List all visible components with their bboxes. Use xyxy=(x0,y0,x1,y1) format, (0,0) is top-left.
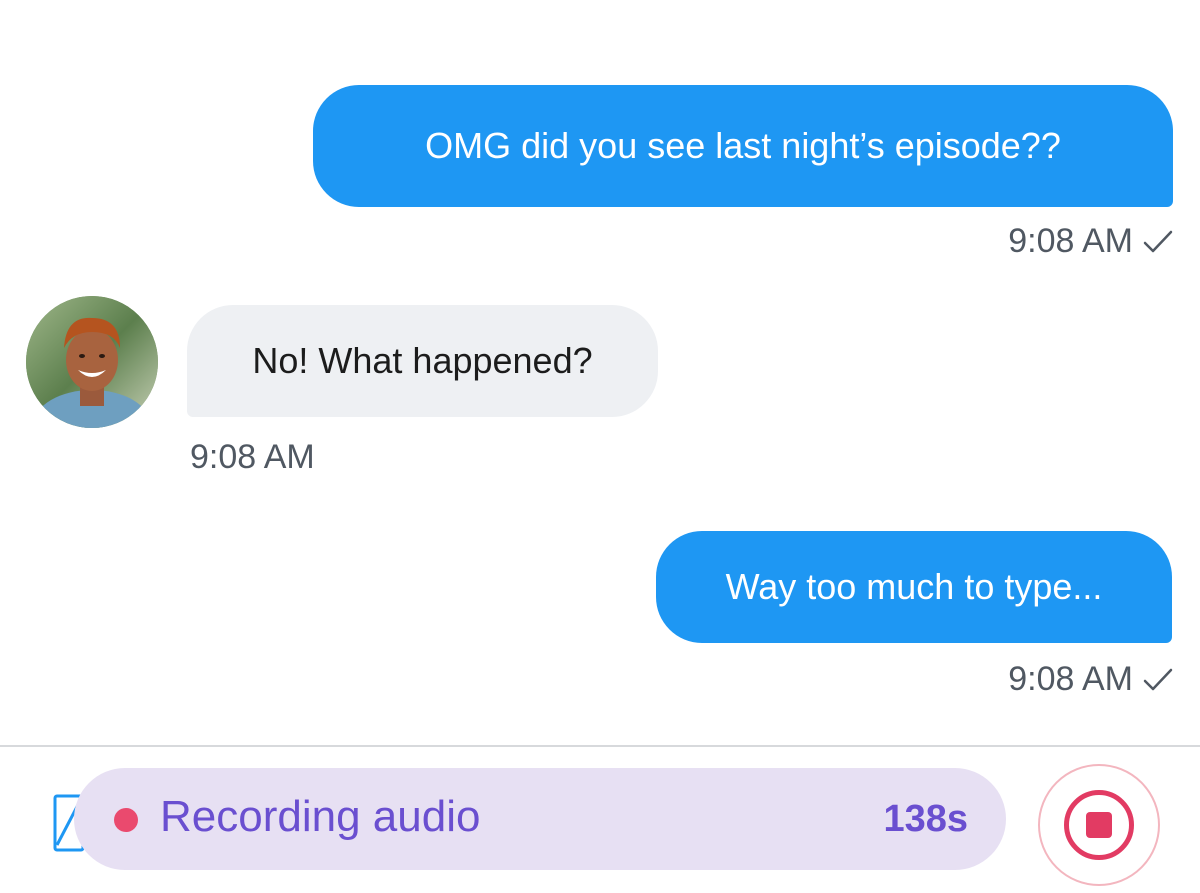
chat-screen: OMG did you see last night’s episode?? 9… xyxy=(0,0,1200,893)
message-time: 9:08 AM xyxy=(190,438,315,476)
message-bubble-outgoing[interactable]: Way too much to type... xyxy=(656,531,1172,643)
message-bubble-outgoing[interactable]: OMG did you see last night’s episode?? xyxy=(313,85,1173,207)
check-icon xyxy=(1143,667,1173,693)
stop-recording-button[interactable] xyxy=(1038,764,1160,886)
contact-avatar[interactable] xyxy=(26,296,158,428)
message-text: OMG did you see last night’s episode?? xyxy=(425,125,1061,166)
message-timestamp: 9:08 AM xyxy=(1008,660,1173,699)
message-timestamp: 9:08 AM xyxy=(1008,222,1173,261)
message-timestamp: 9:08 AM xyxy=(190,438,315,477)
recording-timer: 138s xyxy=(883,798,968,840)
message-time: 9:08 AM xyxy=(1008,660,1133,698)
recording-label: Recording audio xyxy=(160,792,481,841)
recording-indicator: Recording audio 138s xyxy=(74,768,1006,870)
stop-square xyxy=(1086,812,1112,838)
stop-icon xyxy=(1064,790,1134,860)
check-icon xyxy=(1143,229,1173,255)
message-time: 9:08 AM xyxy=(1008,222,1133,260)
message-bubble-incoming[interactable]: No! What happened? xyxy=(187,305,658,417)
message-text: No! What happened? xyxy=(252,340,593,381)
recording-dot-icon xyxy=(114,808,138,832)
message-text: Way too much to type... xyxy=(725,566,1103,607)
